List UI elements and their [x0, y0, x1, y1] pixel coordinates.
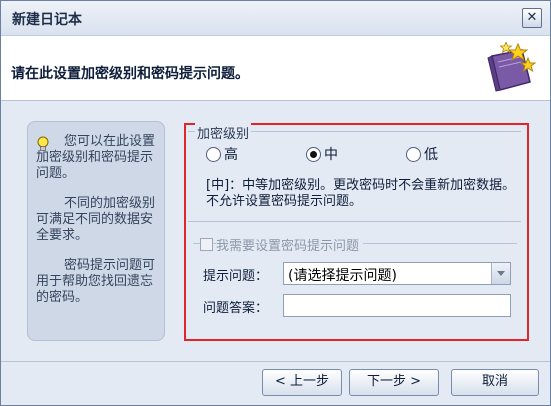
new-diary-dialog: 新建日记本 ✕ 请在此设置加密级别和密码提示问题。 您可以在此设置加密级别和密码… — [0, 0, 551, 406]
radio-medium[interactable] — [306, 147, 321, 162]
hint-text-2: 不同的加密级别可满足不同的数据安全要求。 — [36, 196, 156, 243]
radio-high-label[interactable]: 高 — [224, 144, 238, 164]
hint-question-checkbox[interactable] — [200, 238, 213, 251]
wizard-body: 您可以在此设置加密级别和密码提示问题。 不同的加密级别可满足不同的数据安全要求。… — [1, 101, 550, 361]
encryption-description: [中]：中等加密级别。更改密码时不会重新加密数据。不允许设置密码提示问题。 — [206, 178, 516, 209]
hint-text-1: 您可以在此设置加密级别和密码提示问题。 — [36, 134, 156, 181]
book-with-stars-icon — [487, 42, 537, 92]
close-icon: ✕ — [526, 10, 538, 25]
hint-panel: 您可以在此设置加密级别和密码提示问题。 不同的加密级别可满足不同的数据安全要求。… — [27, 121, 165, 341]
radio-low[interactable] — [406, 147, 421, 162]
title-bar[interactable]: 新建日记本 ✕ — [1, 1, 550, 36]
question-select[interactable]: (请选择提示问题) — [283, 262, 511, 285]
hint-question-checkbox-label[interactable]: 我需要设置密码提示问题 — [216, 235, 364, 254]
window-title: 新建日记本 — [12, 12, 82, 28]
button-bar: < 上一步 下一步 > 取消 — [1, 361, 550, 405]
instruction-heading: 请在此设置加密级别和密码提示问题。 — [11, 66, 249, 82]
answer-field[interactable] — [283, 294, 511, 317]
section-divider — [188, 221, 521, 222]
question-label: 提示问题： — [203, 269, 269, 284]
encryption-level-legend: 加密级别 — [195, 123, 252, 142]
hint-text-3: 密码提示问题可用于帮助您找回遗忘的密码。 — [36, 258, 156, 305]
radio-medium-label[interactable]: 中 — [324, 144, 338, 164]
radio-low-label[interactable]: 低 — [424, 144, 438, 164]
back-button[interactable]: < 上一步 — [262, 369, 342, 396]
wizard-header: 请在此设置加密级别和密码提示问题。 — [1, 36, 550, 101]
question-select-value: (请选择提示问题) — [288, 268, 397, 284]
radio-high[interactable] — [206, 147, 221, 162]
chevron-down-icon[interactable] — [491, 263, 510, 284]
cancel-button[interactable]: 取消 — [451, 369, 539, 396]
close-button[interactable]: ✕ — [522, 8, 542, 28]
next-button[interactable]: 下一步 > — [349, 369, 439, 396]
answer-label: 问题答案： — [203, 301, 269, 316]
